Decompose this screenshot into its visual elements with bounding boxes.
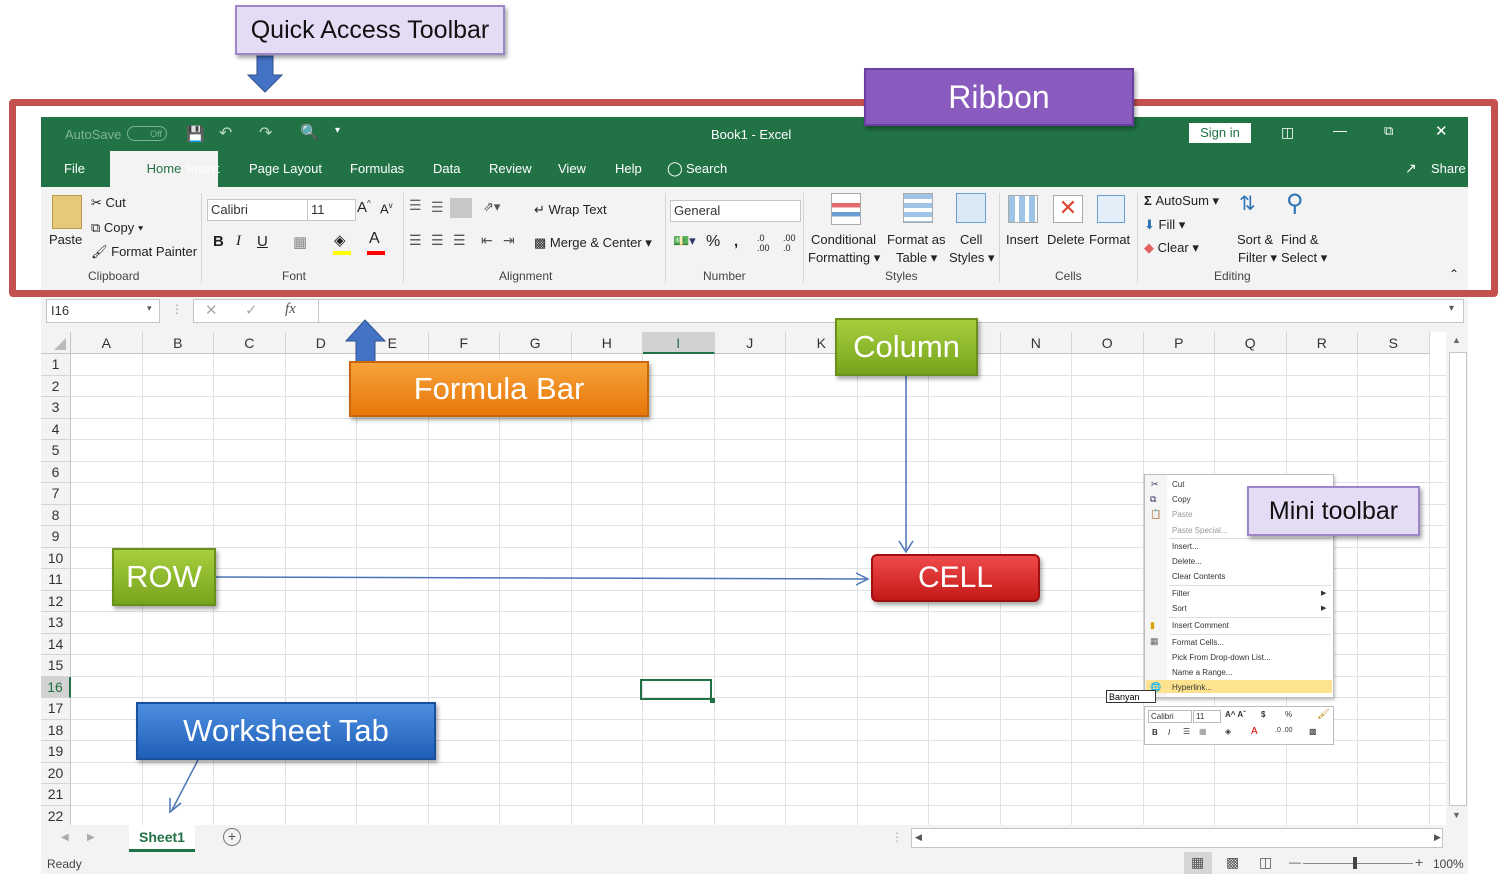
- callout-formula-bar: Formula Bar: [349, 361, 649, 417]
- callout-ribbon: Ribbon: [864, 68, 1134, 126]
- sheet-tab-connector: [171, 759, 199, 811]
- sheet-tab-arrowhead: [169, 798, 182, 814]
- formula-bar-arrow: [344, 319, 387, 363]
- row-connector: [215, 576, 867, 580]
- callout-cell: CELL: [871, 554, 1040, 602]
- callout-worksheet-tab: Worksheet Tab: [136, 702, 436, 760]
- callout-row: ROW: [112, 548, 216, 606]
- callout-column: Column: [835, 318, 978, 376]
- qat-arrow: [246, 55, 284, 93]
- callout-mini-toolbar: Mini toolbar: [1247, 486, 1420, 536]
- callout-quick-access-toolbar: Quick Access Toolbar: [235, 5, 505, 55]
